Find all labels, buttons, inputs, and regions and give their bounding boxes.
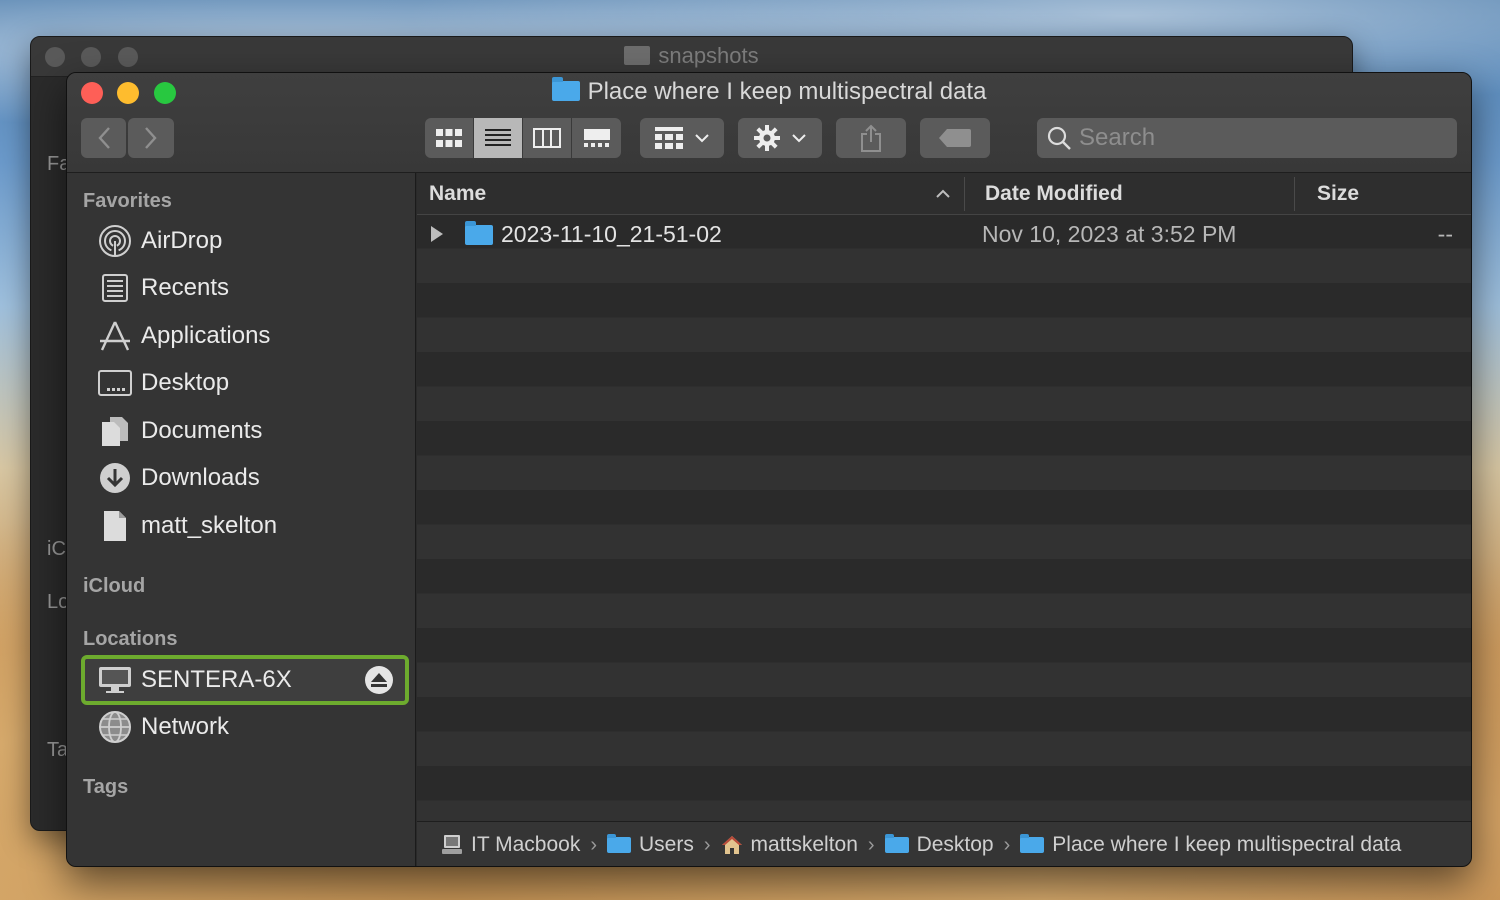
sidebar-item-label: matt_skelton xyxy=(141,512,278,539)
sidebar-item-applications[interactable]: Applications xyxy=(81,314,409,358)
path-item-desktop[interactable]: Desktop › xyxy=(884,833,1021,857)
sidebar-item-label: Downloads xyxy=(141,464,260,491)
chevron-right-icon: › xyxy=(1003,833,1011,856)
sidebar-item-desktop[interactable]: Desktop xyxy=(81,361,409,405)
sidebar-item-downloads[interactable]: Downloads xyxy=(81,456,409,500)
icon-view-button[interactable] xyxy=(425,118,474,158)
drive-icon xyxy=(97,662,133,698)
sort-ascending-icon xyxy=(936,189,950,198)
eject-button[interactable] xyxy=(365,666,393,694)
view-mode-selector[interactable] xyxy=(425,118,621,158)
sidebar-item-matt-skelton[interactable]: matt_skelton xyxy=(81,504,409,548)
background-sidebar-label: Ta xyxy=(47,739,69,761)
sidebar-item-label: AirDrop xyxy=(141,227,223,254)
sidebar-item-recents[interactable]: Recents xyxy=(81,266,409,310)
disclosure-triangle-icon[interactable] xyxy=(431,226,443,242)
downloads-icon xyxy=(97,460,133,496)
eject-icon xyxy=(371,673,387,687)
date-modified-cell: Nov 10, 2023 at 3:52 PM xyxy=(982,221,1237,247)
gear-icon xyxy=(754,125,780,151)
folder-icon xyxy=(1020,834,1045,853)
file-icon xyxy=(97,508,133,544)
network-icon xyxy=(97,709,133,745)
forward-button[interactable] xyxy=(128,118,174,158)
sidebar-header-icloud: iCloud xyxy=(83,575,146,597)
chevron-left-icon xyxy=(97,127,110,149)
folder-icon xyxy=(465,220,493,245)
sidebar-item-label: Recents xyxy=(141,274,230,301)
sidebar-header-locations: Locations xyxy=(83,628,178,650)
computer-icon xyxy=(442,835,462,854)
share-button[interactable] xyxy=(836,118,906,158)
columns-icon xyxy=(533,128,561,148)
sidebar-item-label: Desktop xyxy=(141,369,230,396)
share-icon xyxy=(861,124,881,152)
tags-button[interactable] xyxy=(920,118,990,158)
column-header-name[interactable]: Name xyxy=(429,173,959,215)
table-row[interactable]: 2023-11-10_21-51-02 Nov 10, 2023 at 3:52… xyxy=(417,215,1471,253)
search-icon xyxy=(1047,126,1071,150)
path-item-users[interactable]: Users › xyxy=(607,833,721,857)
airdrop-icon xyxy=(97,223,133,259)
list-view-button[interactable] xyxy=(474,118,523,158)
finder-window[interactable]: Place where I keep multispectral data Se… xyxy=(66,72,1472,867)
column-header-size[interactable]: Size xyxy=(1317,173,1457,215)
chevron-right-icon xyxy=(145,127,157,149)
sidebar-item-airdrop[interactable]: AirDrop xyxy=(81,219,409,263)
size-cell: -- xyxy=(1437,221,1453,247)
path-item-current-folder[interactable]: Place where I keep multispectral data xyxy=(1020,833,1401,857)
sidebar-header-favorites: Favorites xyxy=(83,190,172,212)
folder-icon xyxy=(551,77,580,101)
home-icon xyxy=(721,836,742,854)
path-bar: IT Macbook › Users › mattskelton › Deskt… xyxy=(417,821,1471,866)
folder-icon xyxy=(607,834,631,853)
chevron-down-icon xyxy=(792,134,806,143)
list-icon xyxy=(485,129,511,146)
grid-icon xyxy=(436,129,462,147)
column-header-date-modified[interactable]: Date Modified xyxy=(985,173,1285,215)
path-item-mattskelton[interactable]: mattskelton › xyxy=(721,833,885,857)
gallery-view-button[interactable] xyxy=(572,118,621,158)
chevron-right-icon: › xyxy=(867,833,875,856)
search-field[interactable] xyxy=(1037,118,1457,158)
column-view-button[interactable] xyxy=(523,118,572,158)
sidebar-item-network[interactable]: Network xyxy=(81,705,409,749)
applications-icon xyxy=(97,318,133,354)
group-by-button[interactable] xyxy=(640,118,724,158)
sidebar-item-label: Applications xyxy=(141,322,271,349)
window-title: Place where I keep multispectral data xyxy=(67,77,1471,106)
background-titlebar: snapshots xyxy=(31,37,1352,77)
recents-icon xyxy=(97,270,133,306)
file-list[interactable]: Name Date Modified Size 2023-11-10_21-51… xyxy=(417,173,1471,821)
path-item-it-macbook[interactable]: IT Macbook › xyxy=(441,833,607,857)
sidebar-item-documents[interactable]: Documents xyxy=(81,409,409,453)
folder-icon xyxy=(884,834,909,853)
sidebar-item-label: Documents xyxy=(141,417,263,444)
folder-icon xyxy=(624,46,651,65)
chevron-right-icon: › xyxy=(590,833,597,856)
sidebar-item-label: Network xyxy=(141,713,230,740)
documents-icon xyxy=(97,413,133,449)
desktop-icon xyxy=(97,365,133,401)
sidebar-item-label: SENTERA-6X xyxy=(141,666,292,693)
group-grid-icon xyxy=(655,127,683,149)
file-name-cell: 2023-11-10_21-51-02 xyxy=(465,220,722,248)
background-sidebar-label: iC xyxy=(47,538,66,560)
back-button[interactable] xyxy=(81,118,126,158)
toolbar: Place where I keep multispectral data xyxy=(67,73,1471,173)
sidebar-header-tags: Tags xyxy=(83,776,129,798)
sidebar-item-sentera-6x[interactable]: SENTERA-6X xyxy=(81,655,409,705)
gallery-icon xyxy=(583,129,610,147)
background-window-title: snapshots xyxy=(31,43,1352,69)
search-input[interactable] xyxy=(1079,124,1439,152)
action-menu-button[interactable] xyxy=(738,118,822,158)
sidebar: Favorites AirDrop Recents Applications D… xyxy=(67,173,416,866)
chevron-down-icon xyxy=(695,134,709,143)
tag-icon xyxy=(939,129,971,147)
column-header-row: Name Date Modified Size xyxy=(417,173,1471,215)
column-divider[interactable] xyxy=(1294,177,1295,211)
column-divider[interactable] xyxy=(964,177,965,211)
chevron-right-icon: › xyxy=(703,833,711,856)
